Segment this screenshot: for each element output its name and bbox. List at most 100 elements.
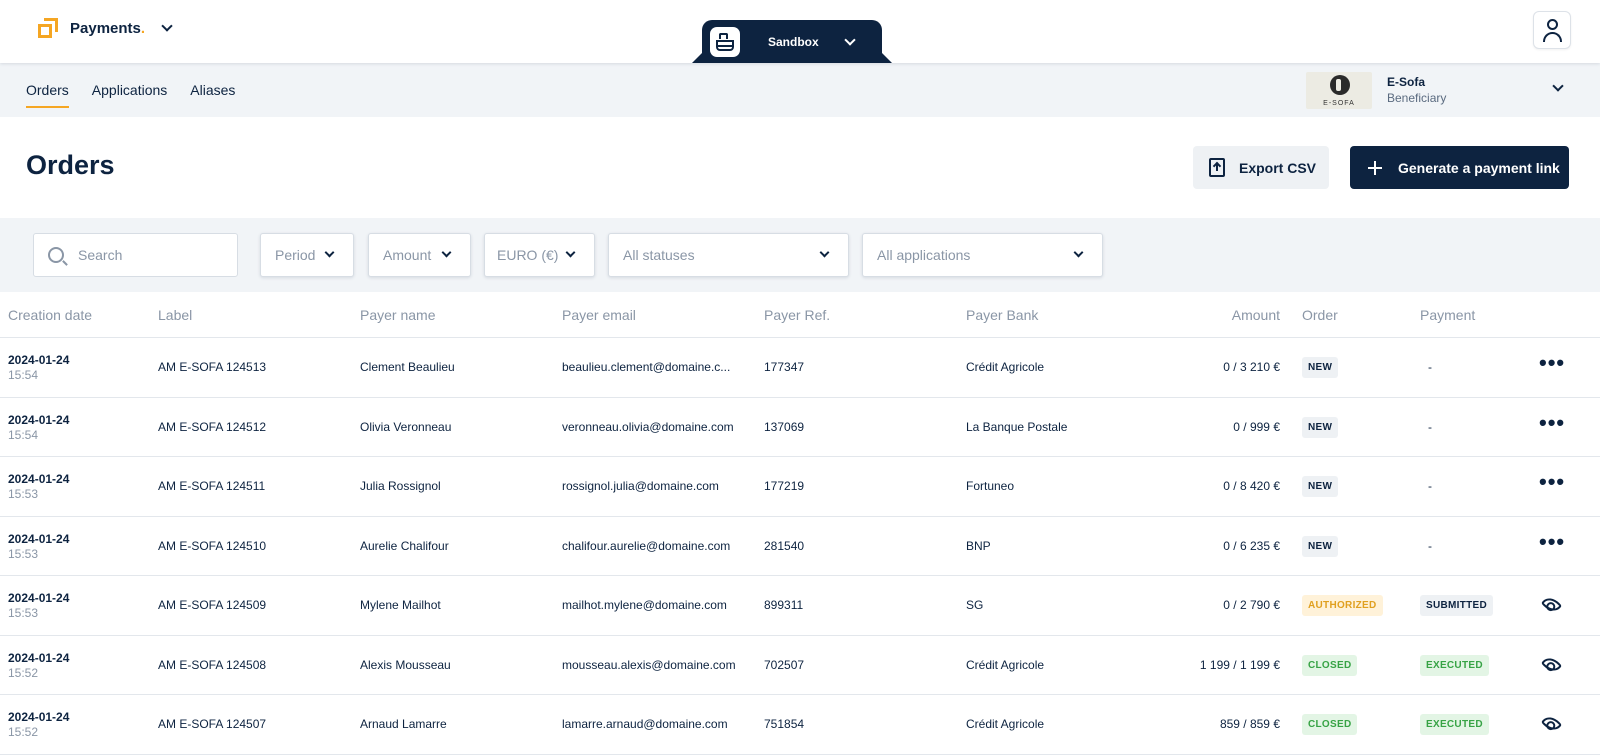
table-row[interactable]: 2024-01-24 15:54 AM E-SOFA 124512 Olivia Ve… bbox=[0, 398, 1600, 457]
tab-aliases[interactable]: Aliases bbox=[190, 63, 235, 108]
view-details-icon[interactable] bbox=[1540, 712, 1563, 735]
view-details-icon[interactable] bbox=[1540, 653, 1563, 675]
row-payer-email: rossignol.julia@domaine.com bbox=[562, 479, 719, 493]
row-payer-name: Alexis Mousseau bbox=[360, 657, 451, 672]
row-payer-bank: Fortuneo bbox=[966, 479, 1015, 493]
row-payer-email: veronneau.olivia@domaine.com bbox=[562, 419, 734, 434]
user-icon bbox=[1547, 19, 1558, 30]
tab-orders[interactable]: Orders bbox=[26, 63, 69, 108]
table-row[interactable]: 2024-01-24 15:53 AM E-SOFA 124509 Mylene Ma… bbox=[0, 576, 1600, 636]
header-payment[interactable]: Payment bbox=[1420, 307, 1475, 323]
row-payer-bank: Crédit Agricole bbox=[966, 657, 1045, 672]
chevron-down-icon bbox=[1073, 247, 1084, 258]
row-payer-name: Julia Rossignol bbox=[360, 479, 441, 493]
bathtub-icon bbox=[710, 26, 740, 57]
table-row[interactable]: 2024-01-24 15:52 AM E-SOFA 124507 Arnaud La… bbox=[0, 695, 1600, 755]
row-payer-name: Aurelie Chalifour bbox=[360, 538, 449, 553]
order-status-badge: NEW bbox=[1302, 357, 1339, 378]
header-payer-name[interactable]: Payer name bbox=[360, 307, 435, 323]
payment-status-badge: EXECUTED bbox=[1420, 714, 1489, 735]
payment-status-badge: SUBMITTED bbox=[1420, 595, 1494, 616]
row-payer-name: Mylene Mailhot bbox=[360, 598, 441, 612]
filter-bar: Search Period Amount EURO (€) All status… bbox=[0, 218, 1600, 292]
search-icon bbox=[48, 247, 64, 263]
row-payer-name: Arnaud Lamarre bbox=[360, 717, 447, 731]
more-actions-icon[interactable]: ••• bbox=[1539, 530, 1565, 552]
search-input[interactable]: Search bbox=[33, 233, 238, 277]
row-label: AM E-SOFA 124509 bbox=[158, 598, 267, 612]
generate-payment-link-button[interactable]: Generate a payment link bbox=[1350, 146, 1569, 189]
chevron-down-icon bbox=[844, 33, 856, 46]
row-time: 15:53 bbox=[8, 606, 39, 620]
row-payer-email: mousseau.alexis@domaine.com bbox=[562, 657, 736, 672]
app-switcher[interactable]: Payments. bbox=[38, 18, 173, 38]
currency-filter[interactable]: EURO (€) bbox=[484, 233, 595, 277]
row-payer-ref: 751854 bbox=[764, 717, 805, 731]
more-actions-icon[interactable]: ••• bbox=[1539, 352, 1565, 374]
header-label[interactable]: Label bbox=[158, 307, 192, 323]
row-time: 15:53 bbox=[8, 546, 39, 561]
view-details-icon[interactable] bbox=[1540, 593, 1563, 616]
row-amount: 0 / 999 € bbox=[1233, 419, 1280, 434]
brand-logo-icon bbox=[38, 18, 58, 38]
table-row[interactable]: 2024-01-24 15:52 AM E-SOFA 124508 Alexis Mo… bbox=[0, 636, 1600, 695]
row-time: 15:54 bbox=[8, 368, 39, 382]
row-date: 2024-01-24 bbox=[8, 710, 70, 724]
period-filter[interactable]: Period bbox=[260, 233, 354, 277]
nav-tabs: Orders Applications Aliases bbox=[26, 63, 235, 117]
header-creation-date[interactable]: Creation date bbox=[8, 307, 92, 323]
row-date: 2024-01-24 bbox=[8, 591, 70, 605]
header-amount[interactable]: Amount bbox=[1130, 307, 1280, 323]
environment-switcher[interactable]: Sandbox bbox=[702, 20, 882, 63]
more-actions-icon[interactable]: ••• bbox=[1539, 471, 1565, 493]
header-payer-email[interactable]: Payer email bbox=[562, 307, 636, 323]
table-row[interactable]: 2024-01-24 15:54 AM E-SOFA 124513 Clement B… bbox=[0, 338, 1600, 398]
row-payer-bank: BNP bbox=[966, 538, 991, 553]
row-date: 2024-01-24 bbox=[8, 353, 70, 367]
row-payer-email: mailhot.mylene@domaine.com bbox=[562, 598, 727, 612]
export-csv-button[interactable]: Export CSV bbox=[1193, 146, 1329, 189]
currency-filter-label: EURO (€) bbox=[497, 247, 559, 263]
row-amount: 0 / 6 235 € bbox=[1223, 538, 1280, 553]
user-menu-button[interactable] bbox=[1533, 11, 1571, 49]
application-filter[interactable]: All applications bbox=[862, 233, 1103, 277]
table-row[interactable]: 2024-01-24 15:53 AM E-SOFA 124511 Julia Ros… bbox=[0, 457, 1600, 517]
account-name: E-Sofa bbox=[1387, 75, 1426, 89]
order-status-badge: CLOSED bbox=[1302, 714, 1358, 735]
row-amount: 0 / 8 420 € bbox=[1223, 479, 1280, 493]
row-date: 2024-01-24 bbox=[8, 650, 70, 665]
order-status-badge: NEW bbox=[1302, 416, 1339, 438]
chevron-down-icon bbox=[819, 247, 830, 258]
chevron-down-icon bbox=[324, 247, 335, 258]
account-switcher[interactable]: E-SOFA E-Sofa Beneficiary bbox=[1306, 71, 1576, 109]
row-payer-bank: Crédit Agricole bbox=[966, 717, 1045, 731]
header-payer-bank[interactable]: Payer Bank bbox=[966, 307, 1038, 323]
row-label: AM E-SOFA 124511 bbox=[158, 479, 266, 493]
status-filter[interactable]: All statuses bbox=[608, 233, 849, 277]
header-payer-ref[interactable]: Payer Ref. bbox=[764, 307, 830, 323]
table-header: Creation date Label Payer name Payer ema… bbox=[0, 292, 1600, 338]
account-info: E-Sofa Beneficiary bbox=[1387, 75, 1446, 105]
row-label: AM E-SOFA 124510 bbox=[158, 538, 267, 553]
more-actions-icon[interactable]: ••• bbox=[1539, 411, 1565, 433]
environment-label: Sandbox bbox=[768, 34, 819, 49]
status-filter-label: All statuses bbox=[623, 247, 695, 263]
amount-filter-label: Amount bbox=[383, 247, 432, 263]
export-csv-label: Export CSV bbox=[1239, 159, 1317, 176]
page-title: Orders bbox=[26, 150, 115, 180]
row-payer-email: chalifour.aurelie@domaine.com bbox=[562, 538, 731, 553]
row-payer-bank: SG bbox=[966, 598, 984, 612]
row-label: AM E-SOFA 124507 bbox=[158, 717, 267, 731]
header-order[interactable]: Order bbox=[1302, 307, 1338, 323]
generate-payment-link-label: Generate a payment link bbox=[1398, 159, 1560, 176]
row-label: AM E-SOFA 124508 bbox=[158, 657, 267, 672]
row-payer-bank: Crédit Agricole bbox=[966, 360, 1045, 374]
tab-applications[interactable]: Applications bbox=[92, 63, 168, 108]
amount-filter[interactable]: Amount bbox=[368, 233, 471, 277]
table-row[interactable]: 2024-01-24 15:53 AM E-SOFA 124510 Aurelie C… bbox=[0, 517, 1600, 576]
account-logo-text: E-SOFA bbox=[1323, 99, 1355, 107]
account-logo: E-SOFA bbox=[1306, 71, 1372, 109]
row-amount: 0 / 2 790 € bbox=[1223, 598, 1280, 612]
row-label: AM E-SOFA 124512 bbox=[158, 419, 267, 434]
row-payer-email: lamarre.arnaud@domaine.com bbox=[562, 717, 728, 731]
